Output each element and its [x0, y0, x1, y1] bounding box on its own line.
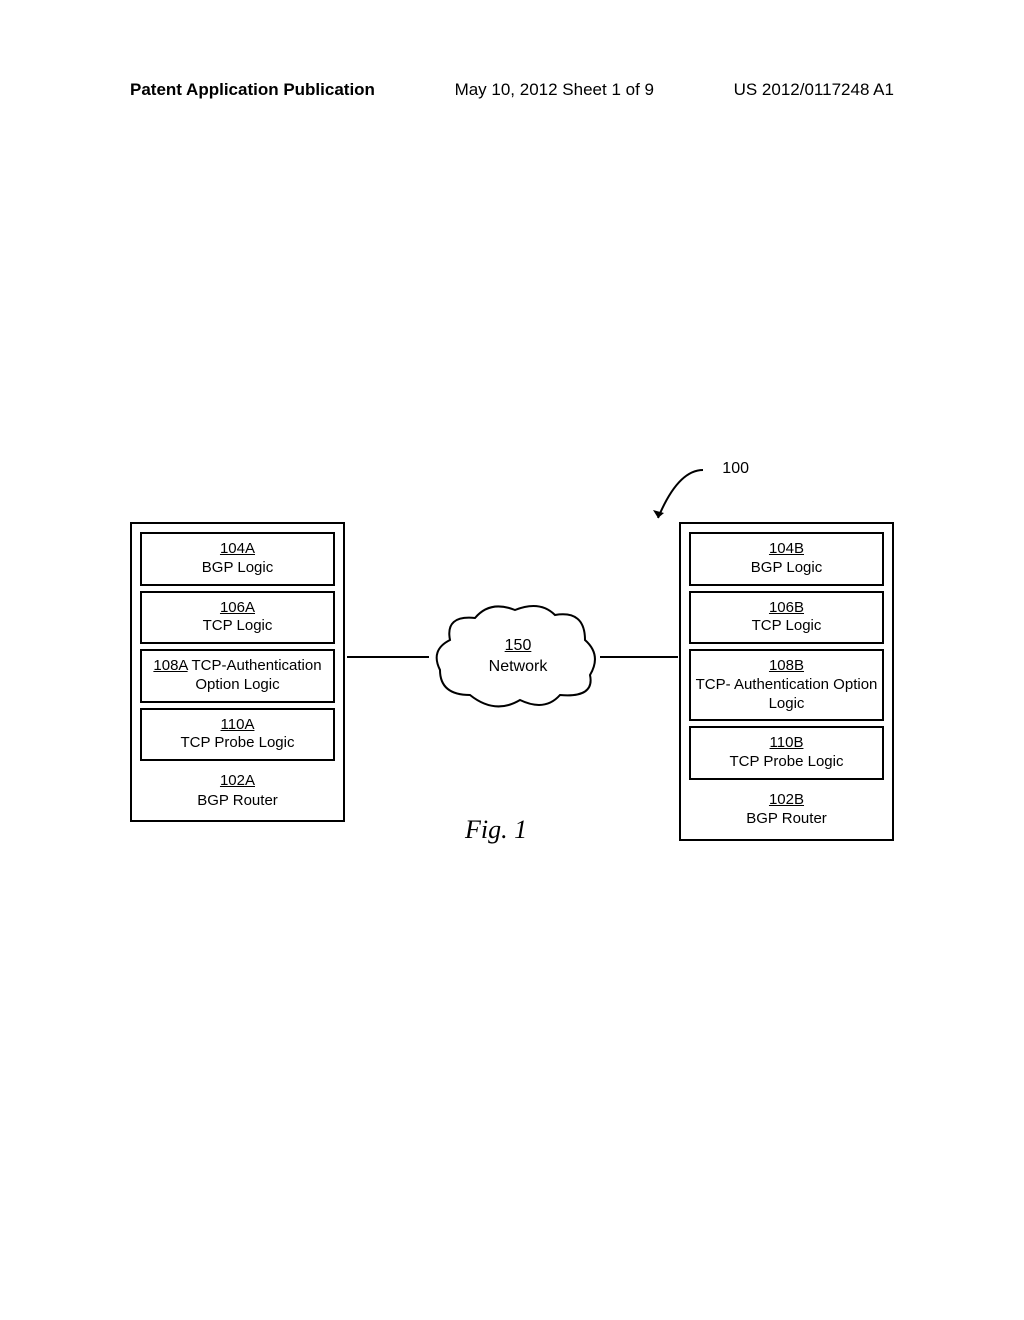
tcp-probe-a-label: TCP Probe Logic	[181, 734, 295, 751]
figure-caption: Fig. 1	[465, 815, 527, 845]
tcp-probe-b-label: TCP Probe Logic	[730, 753, 844, 770]
bgp-logic-a-box: 104A BGP Logic	[140, 532, 335, 586]
router-b-name: BGP Router	[746, 810, 827, 827]
tcp-logic-a-label: TCP Logic	[203, 617, 273, 634]
bgp-router-b: 104B BGP Logic 106B TCP Logic 108B TCP- …	[679, 522, 894, 841]
bgp-logic-a-ref: 104A	[220, 540, 255, 557]
figure-diagram: 100 104A BGP Logic 106A TCP Logic 108A T…	[130, 460, 894, 860]
tcp-auth-b-label: TCP- Authentication Option Logic	[696, 676, 878, 712]
bgp-router-a: 104A BGP Logic 106A TCP Logic 108A TCP-A…	[130, 522, 345, 822]
tcp-probe-a-box: 110A TCP Probe Logic	[140, 708, 335, 762]
tcp-probe-b-box: 110B TCP Probe Logic	[689, 726, 884, 780]
router-a-ref: 102A	[220, 772, 255, 789]
page-header: Patent Application Publication May 10, 2…	[0, 80, 1024, 100]
tcp-auth-a-ref: 108A	[153, 657, 187, 674]
tcp-logic-b-box: 106B TCP Logic	[689, 591, 884, 645]
system-reference-number: 100	[722, 460, 749, 478]
router-b-ref: 102B	[769, 791, 804, 808]
connector-a-to-network	[347, 656, 429, 658]
bgp-logic-a-label: BGP Logic	[202, 559, 273, 576]
tcp-probe-b-ref: 110B	[770, 734, 804, 751]
header-publication: Patent Application Publication	[130, 80, 375, 100]
tcp-logic-a-box: 106A TCP Logic	[140, 591, 335, 645]
bgp-logic-b-box: 104B BGP Logic	[689, 532, 884, 586]
tcp-auth-b-box: 108B TCP- Authentication Option Logic	[689, 649, 884, 721]
tcp-logic-b-ref: 106B	[769, 599, 804, 616]
system-arrow-curve	[648, 468, 708, 528]
bgp-logic-b-label: BGP Logic	[751, 559, 822, 576]
tcp-auth-b-ref: 108B	[769, 657, 804, 674]
tcp-auth-a-label: TCP-Authentication Option Logic	[192, 657, 322, 693]
connector-b-to-network	[600, 656, 678, 658]
router-b-label: 102B BGP Router	[689, 785, 884, 831]
router-a-name: BGP Router	[197, 792, 278, 809]
header-pub-number: US 2012/0117248 A1	[734, 80, 894, 100]
network-label: 150 Network	[478, 636, 558, 678]
tcp-auth-a-box: 108A TCP-Authentication Option Logic	[140, 649, 335, 703]
tcp-logic-a-ref: 106A	[220, 599, 255, 616]
bgp-logic-b-ref: 104B	[769, 540, 804, 557]
header-date-sheet: May 10, 2012 Sheet 1 of 9	[455, 80, 654, 100]
tcp-probe-a-ref: 110A	[221, 716, 255, 733]
network-name: Network	[489, 658, 548, 675]
network-ref: 150	[505, 637, 532, 654]
tcp-logic-b-label: TCP Logic	[752, 617, 822, 634]
router-a-label: 102A BGP Router	[140, 766, 335, 812]
